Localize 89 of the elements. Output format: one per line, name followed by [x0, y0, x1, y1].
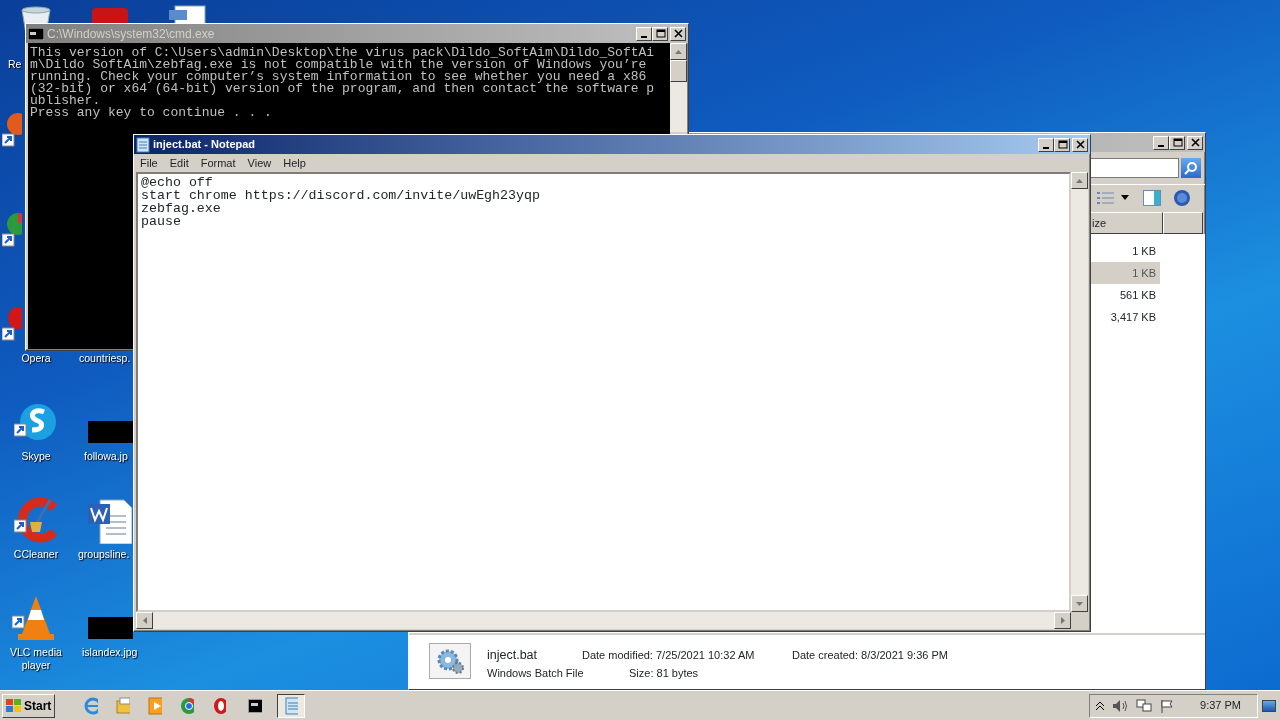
desktop-icon-label[interactable]: CCleaner — [4, 548, 68, 561]
console-text: m\Dildo SoftAim\zebfag.exe is not compatible with the version of Windows you’re — [30, 59, 647, 71]
desktop-icon-label[interactable]: Skype — [4, 450, 68, 463]
up-arrow-icon — [675, 49, 682, 54]
file-name: inject.bat — [487, 647, 538, 664]
minimize-button[interactable] — [1038, 137, 1054, 152]
notepad-icon — [136, 136, 150, 153]
menu-item[interactable]: File — [134, 154, 164, 172]
maximize-button[interactable] — [652, 26, 668, 41]
text-line: start chrome https://discord.com/invite/uwEgh23yqp — [141, 189, 541, 202]
flag-icon[interactable] — [1160, 698, 1175, 713]
window-title: inject.bat - Notepad — [153, 137, 256, 153]
caret-icon[interactable] — [1121, 195, 1129, 200]
text-line: @echo off — [141, 176, 214, 189]
maximize-icon — [1056, 140, 1068, 149]
close-icon — [672, 29, 684, 38]
vertical-scrollbar[interactable] — [670, 43, 687, 132]
desktop-icon-label[interactable]: Opera — [4, 352, 68, 365]
minimize-icon — [1158, 144, 1164, 147]
close-button[interactable] — [1187, 135, 1203, 150]
image-thumbnail[interactable] — [88, 421, 133, 443]
network-icon[interactable] — [1136, 698, 1153, 713]
menu-item[interactable]: Edit — [163, 154, 195, 172]
text-editor-area[interactable]: @echo off start chrome https://discord.com/invite/uwEgh23yqp zebfag.exe pause — [136, 172, 1071, 612]
desktop-icon-label[interactable]: groupsline. — [78, 548, 130, 561]
text-line: zebfag.exe — [141, 202, 222, 215]
start-button[interactable]: Start — [2, 693, 56, 718]
media-player-icon — [148, 696, 163, 715]
left-arrow-icon — [142, 617, 147, 624]
date-modified: Date modified: 7/25/2021 10:32 AM — [582, 648, 755, 663]
file-size-cell[interactable]: 3,417 KB — [1090, 306, 1160, 328]
console-text: Press any key to continue . . . — [30, 107, 273, 119]
preview-pane-icon[interactable] — [1143, 189, 1161, 206]
chrome-icon — [180, 696, 195, 715]
menu-item[interactable]: Format — [194, 154, 242, 172]
minimize-button[interactable] — [636, 26, 652, 41]
folder-icon — [116, 696, 131, 715]
show-desktop-button[interactable] — [1262, 699, 1276, 712]
window-title: C:\Windows\system32\cmd.exe — [47, 25, 215, 43]
file-type: Windows Batch File — [487, 666, 584, 681]
file-size-cell[interactable]: 561 KB — [1090, 284, 1160, 306]
minimize-icon — [641, 35, 647, 38]
file-size-cell[interactable]: 1 KB — [1090, 262, 1160, 284]
console-text: This version of C:\Users\admin\Desktop\the virus pack\Dildo_SoftAim\Dildo_SoftAi — [30, 47, 656, 59]
vertical-scrollbar[interactable] — [1071, 172, 1088, 612]
maximize-button[interactable] — [1054, 137, 1070, 152]
down-arrow-icon — [1076, 601, 1083, 606]
console-icon — [28, 27, 44, 40]
chevron-icon[interactable] — [1096, 700, 1105, 711]
console-icon — [248, 696, 263, 715]
maximize-icon — [654, 29, 666, 38]
console-text: running. Check your computer’s system information to see whether you need a x86 — [30, 71, 648, 83]
console-text: ublisher. — [30, 95, 102, 107]
menu-item[interactable]: View — [241, 154, 278, 172]
column-header[interactable] — [1163, 212, 1203, 234]
opera-icon — [212, 696, 227, 715]
desktop-icon-label[interactable]: followa.jp — [84, 450, 128, 463]
horizontal-scrollbar[interactable] — [136, 612, 1088, 629]
desktop-icon-label[interactable]: Re — [8, 58, 22, 71]
batch-file-gear-icon — [429, 643, 471, 679]
menu-item[interactable]: Help — [277, 154, 312, 172]
internet-explorer-icon — [84, 696, 99, 715]
close-icon — [1189, 138, 1201, 147]
word-document-icon[interactable] — [86, 498, 132, 544]
search-button[interactable] — [1181, 158, 1201, 178]
console-text: (32-bit) or x64 (64-bit) version of the program, and then contact the software p — [30, 83, 656, 95]
notepad-icon — [284, 696, 299, 715]
taskbar-button[interactable] — [277, 693, 306, 718]
right-arrow-icon — [1060, 617, 1065, 624]
maximize-button[interactable] — [1169, 135, 1185, 150]
minimize-icon — [1043, 146, 1049, 149]
speaker-icon[interactable] — [1112, 698, 1129, 713]
file-size-cell[interactable]: 1 KB — [1090, 240, 1160, 262]
file-size: Size: 81 bytes — [629, 666, 699, 681]
close-button[interactable] — [1072, 137, 1088, 152]
size-grip[interactable] — [1071, 612, 1088, 629]
close-button[interactable] — [670, 26, 686, 41]
windows-logo-icon — [6, 698, 22, 713]
image-thumbnail[interactable] — [88, 617, 133, 639]
help-icon[interactable] — [1173, 188, 1191, 207]
minimize-button[interactable] — [1153, 135, 1169, 150]
desktop-icon-label[interactable]: VLC media player — [4, 646, 68, 672]
up-arrow-icon — [1076, 178, 1083, 183]
desktop-icon-label[interactable]: countriesp. — [79, 352, 131, 365]
text-line: pause — [141, 215, 181, 228]
maximize-icon — [1171, 138, 1183, 147]
desktop-icon-label[interactable]: islandex.jpg — [82, 646, 138, 659]
date-created: Date created: 8/3/2021 9:36 PM — [792, 648, 948, 663]
close-icon — [1074, 140, 1086, 149]
